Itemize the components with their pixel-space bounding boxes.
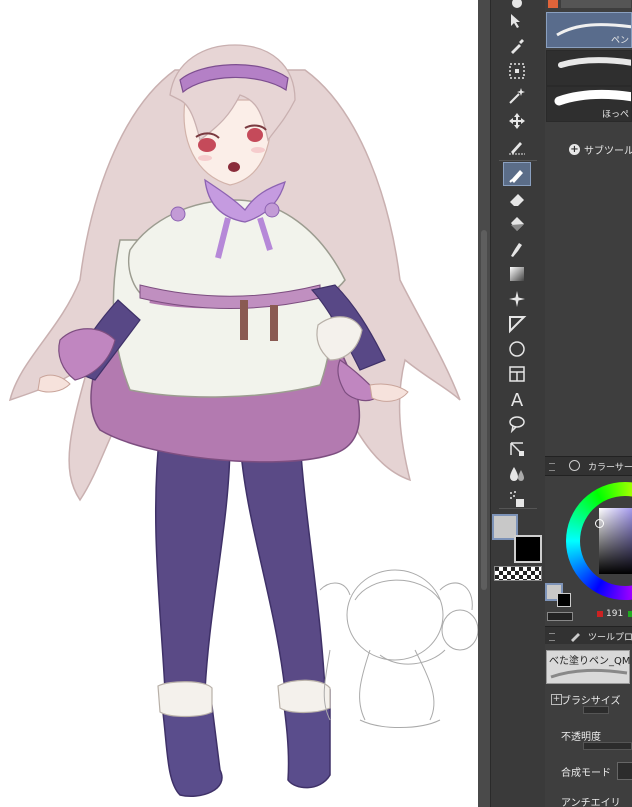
brush-label: ほっぺ xyxy=(601,110,629,120)
eyedropper-icon[interactable] xyxy=(504,35,530,57)
blend-drops-icon[interactable] xyxy=(504,463,530,485)
tool-property-header[interactable]: ツールプロパティ xyxy=(545,626,632,646)
color-circle-panel: 191 xyxy=(545,476,632,624)
sub-color-swatch[interactable] xyxy=(514,535,542,563)
color-panel-title: カラーサークル xyxy=(588,463,632,473)
subtool-group-tab[interactable] xyxy=(561,0,631,8)
tool-property-title: ツールプロパティ xyxy=(588,633,632,643)
pen-settings-icon[interactable] xyxy=(504,135,530,157)
svg-text:A: A xyxy=(511,390,524,409)
color-panel-header[interactable]: カラーサークル xyxy=(545,456,632,476)
red-value: 191 xyxy=(606,609,624,619)
pattern-spray-icon[interactable] xyxy=(504,488,530,510)
frame-border-icon[interactable] xyxy=(504,363,530,385)
artwork-illustration xyxy=(8,44,478,797)
subtool-group-icon[interactable] xyxy=(548,0,558,8)
tool-palette: A xyxy=(490,0,546,807)
opacity-row[interactable]: 不透明度 xyxy=(545,728,632,754)
add-subtool-button[interactable]: + サブツール xyxy=(569,142,632,157)
opacity-slider[interactable] xyxy=(583,742,632,750)
balloon-icon[interactable] xyxy=(504,413,530,435)
tool-name-box: べた塗りペン_QM xyxy=(546,650,631,684)
canvas-vertical-scrollbar[interactable] xyxy=(478,0,490,807)
brush-size-slider[interactable] xyxy=(583,706,609,714)
sparkle-decoration-icon[interactable] xyxy=(504,288,530,310)
panel-grip-icon[interactable] xyxy=(549,633,555,641)
blend-mode-label: 合成モード xyxy=(561,768,611,779)
object-selection-icon[interactable] xyxy=(504,10,530,32)
toolbar-divider xyxy=(499,508,537,509)
scrollbar-thumb[interactable] xyxy=(481,230,487,590)
text-icon[interactable]: A xyxy=(504,388,530,410)
airbrush-icon[interactable] xyxy=(504,238,530,260)
red-channel-icon xyxy=(597,611,603,617)
transparent-color-swatch[interactable] xyxy=(494,566,542,581)
pen-icon[interactable] xyxy=(503,162,531,186)
tool-property-icon xyxy=(571,633,580,642)
move-icon[interactable] xyxy=(504,110,530,132)
color-picker-marker[interactable] xyxy=(595,519,604,528)
fill-bucket-icon[interactable] xyxy=(504,213,530,235)
figure-triangle-icon[interactable] xyxy=(504,313,530,335)
drawing-canvas[interactable] xyxy=(0,0,478,807)
panel-grip-icon[interactable] xyxy=(549,463,555,471)
panel-transparent-swatch[interactable] xyxy=(547,612,573,621)
brush-size-label: ブラシサイズ xyxy=(561,696,621,707)
rgb-readout: 191 xyxy=(597,609,632,619)
tool-property-panel: べた塗りペン_QM + ブラシサイズ 不透明度 合成モード アンチエイリ xyxy=(545,644,632,807)
right-panel: ペン ほっぺ + サブツール カラーサークル 191 xyxy=(545,0,632,807)
hue-ring[interactable] xyxy=(566,482,632,600)
blend-mode-select[interactable] xyxy=(617,762,632,780)
subtool-brush-pen[interactable]: ペン xyxy=(546,12,632,48)
vector-select-icon[interactable] xyxy=(504,60,530,82)
tool-name: べた塗りペン_QM xyxy=(549,656,631,667)
brush-size-row[interactable]: + ブラシサイズ xyxy=(545,692,632,718)
antialias-label: アンチエイリ xyxy=(561,798,621,807)
eraser-icon[interactable] xyxy=(504,188,530,210)
ruler-link-icon[interactable] xyxy=(504,438,530,460)
subtool-brush-2[interactable] xyxy=(546,50,632,86)
green-channel-icon xyxy=(628,611,632,617)
saturation-value-square[interactable] xyxy=(599,508,632,574)
magic-wand-icon[interactable] xyxy=(504,85,530,107)
brush-label: ペン xyxy=(610,36,629,46)
color-circle-icon xyxy=(569,460,580,471)
blend-mode-row[interactable]: 合成モード xyxy=(545,762,632,790)
opacity-label: 不透明度 xyxy=(561,732,601,743)
gradient-icon[interactable] xyxy=(504,263,530,285)
panel-sub-color-swatch[interactable] xyxy=(557,593,571,607)
toolbar-divider xyxy=(499,160,537,161)
ellipse-icon[interactable] xyxy=(504,338,530,360)
antialias-row[interactable]: アンチエイリ xyxy=(545,794,632,807)
add-subtool-label: サブツール xyxy=(584,146,632,157)
plus-icon: + xyxy=(569,144,580,155)
subtool-brush-hoppe[interactable]: ほっぺ xyxy=(546,86,632,122)
